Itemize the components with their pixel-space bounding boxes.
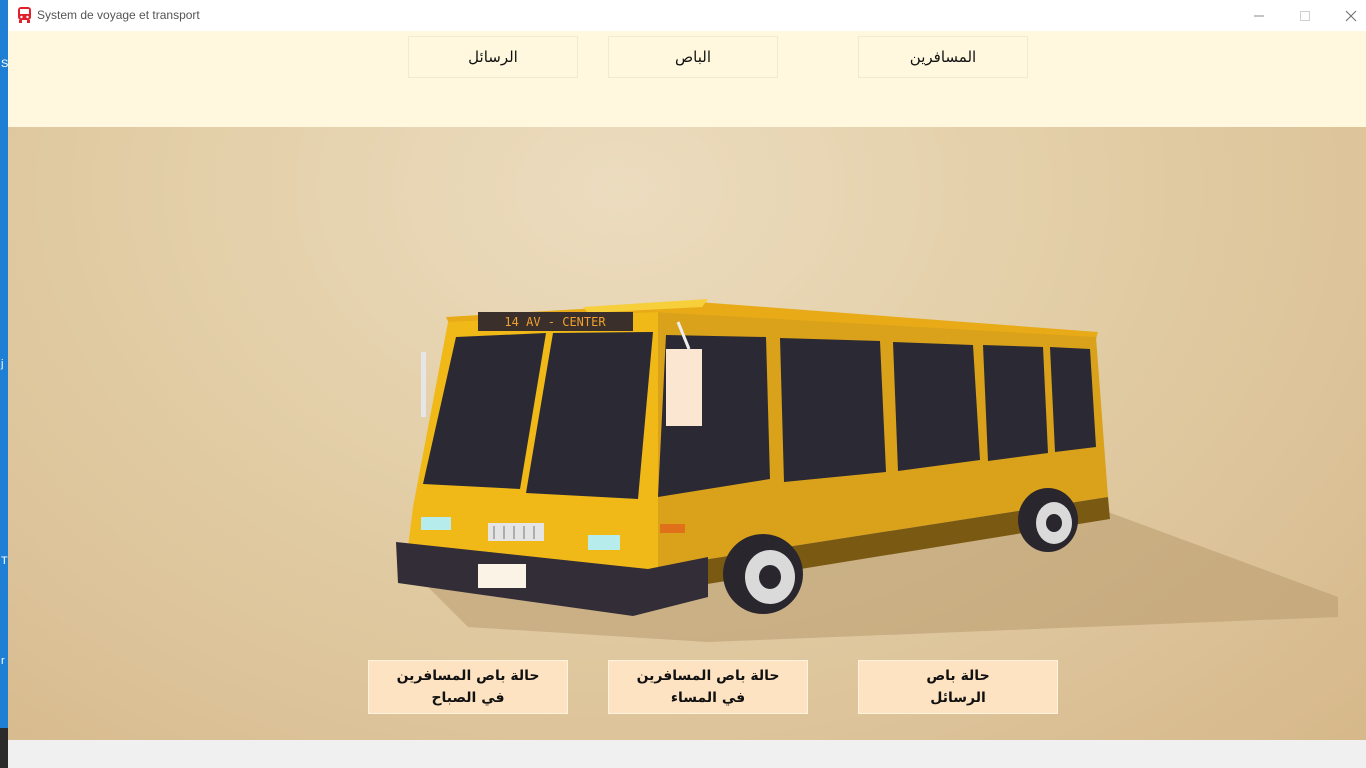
travelers-nav-button[interactable]: المسافرين: [858, 36, 1028, 78]
top-menu: الرسائل الباص المسافرين: [8, 31, 1366, 127]
evening-travelers-bus-status-button[interactable]: حالة باص المسافرين في المساء: [608, 660, 808, 714]
morning-travelers-bus-status-button[interactable]: حالة باص المسافرين في الصباح: [368, 660, 568, 714]
desktop-edge: S j T r: [0, 0, 8, 768]
title-bar: System de voyage et transport: [8, 0, 1366, 31]
maximize-icon: [1300, 10, 1310, 21]
evening-status-line2: في المساء: [670, 690, 746, 706]
hero-area: 14 AV - CENTER حالة باص المسافرين في الص…: [8, 127, 1366, 740]
messages-bus-status-button[interactable]: حالة باص الرسائل: [858, 660, 1058, 714]
bus-icon: [18, 7, 31, 23]
messages-status-line2: الرسائل: [930, 690, 986, 706]
minimize-button[interactable]: [1236, 0, 1282, 31]
close-button[interactable]: [1328, 0, 1366, 31]
bus-sign: 14 AV - CENTER: [504, 315, 606, 329]
bus-illustration: 14 AV - CENTER: [396, 299, 1338, 642]
app-window: System de voyage et transport الرسائل ال…: [8, 0, 1366, 768]
morning-status-line2: في الصباح: [431, 690, 505, 706]
evening-status-line1: حالة باص المسافرين: [636, 668, 780, 684]
maximize-button[interactable]: [1282, 0, 1328, 31]
close-icon: [1345, 10, 1357, 21]
morning-status-line1: حالة باص المسافرين: [396, 668, 540, 684]
bus-nav-button[interactable]: الباص: [608, 36, 778, 78]
messages-nav-button[interactable]: الرسائل: [408, 36, 578, 78]
window-title: System de voyage et transport: [37, 8, 200, 22]
messages-status-line1: حالة باص: [926, 668, 990, 684]
window-footer: [8, 740, 1366, 768]
minimize-icon: [1254, 15, 1264, 16]
